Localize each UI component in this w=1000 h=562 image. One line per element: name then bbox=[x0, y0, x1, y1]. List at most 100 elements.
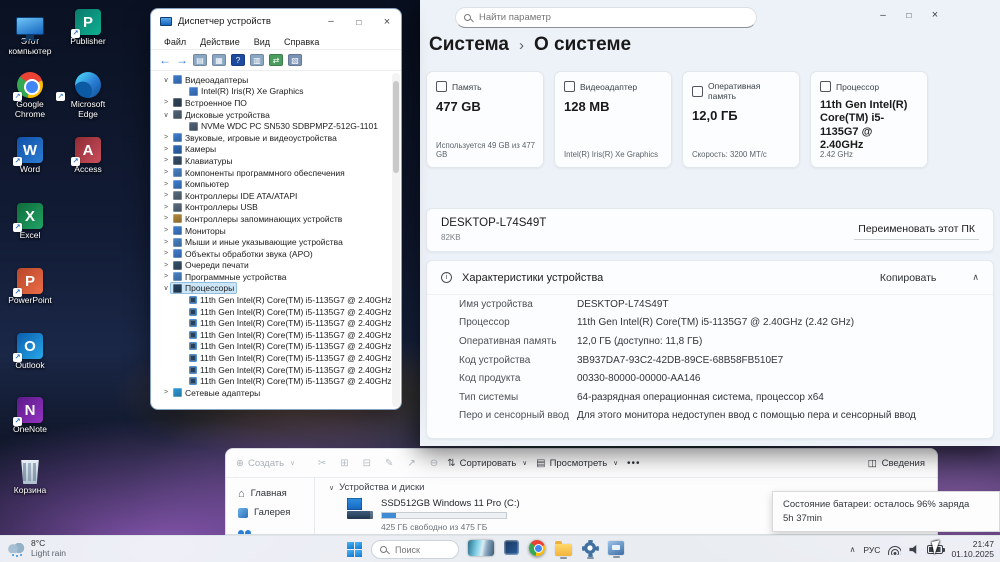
tree-item[interactable]: > Компоненты программного обеспечения bbox=[153, 167, 391, 179]
tree-item[interactable]: > Компьютер bbox=[153, 178, 391, 190]
chevron-right-icon[interactable]: > bbox=[161, 169, 171, 176]
desktop-icon-recycle-bin[interactable]: Корзина bbox=[2, 452, 58, 496]
properties-icon[interactable]: ▦ bbox=[212, 54, 226, 66]
tree-item[interactable]: > Сетевые адаптеры bbox=[153, 387, 391, 399]
view-button[interactable]: ▤ Просмотреть bbox=[536, 458, 618, 469]
sort-button[interactable]: ⇅ Сортировать bbox=[447, 458, 527, 469]
chevron-down-icon[interactable]: ∨ bbox=[161, 76, 171, 84]
back-icon[interactable]: ← bbox=[159, 54, 171, 66]
chevron-right-icon[interactable]: > bbox=[161, 262, 171, 269]
chevron-right-icon[interactable]: > bbox=[161, 215, 171, 222]
details-button[interactable]: ◫ Сведения bbox=[868, 458, 925, 469]
tray-chevron-up-icon[interactable]: ∧ bbox=[850, 545, 856, 554]
tree-item[interactable]: 11th Gen Intel(R) Core(TM) i5-1135G7 @ 2… bbox=[153, 294, 391, 306]
taskbar-search-input[interactable] bbox=[393, 543, 450, 556]
tree-item[interactable]: > Мониторы bbox=[153, 225, 391, 237]
desktop-icon-onenote[interactable]: N ↗ OneNote bbox=[2, 391, 58, 435]
tree-item[interactable]: 11th Gen Intel(R) Core(TM) i5-1135G7 @ 2… bbox=[153, 352, 391, 364]
chevron-down-icon[interactable]: ∨ bbox=[161, 284, 171, 292]
settings-gear-icon[interactable] bbox=[584, 542, 596, 554]
tree-item[interactable]: 11th Gen Intel(R) Core(TM) i5-1135G7 @ 2… bbox=[153, 317, 391, 329]
rename-pc-button[interactable]: Переименовать этот ПК bbox=[854, 220, 979, 240]
taskbar-app[interactable] bbox=[529, 539, 545, 560]
tree-item[interactable]: 11th Gen Intel(R) Core(TM) i5-1135G7 @ 2… bbox=[153, 329, 391, 341]
chevron-right-icon[interactable]: > bbox=[161, 227, 171, 234]
chevron-up-icon[interactable]: ∧ bbox=[972, 272, 979, 283]
tree-item[interactable]: > Контроллеры USB bbox=[153, 202, 391, 214]
share-icon[interactable]: ↗ bbox=[407, 458, 415, 469]
rename-icon[interactable]: ✎ bbox=[385, 458, 393, 469]
tree-item[interactable]: > Объекты обработки звука (APO) bbox=[153, 248, 391, 260]
desktop-icon-edge[interactable]: ↗ Microsoft Edge bbox=[56, 66, 116, 120]
desktop-icon-chrome[interactable]: ↗ Google Chrome bbox=[2, 66, 58, 120]
chevron-right-icon[interactable]: > bbox=[161, 204, 171, 211]
cut-icon[interactable]: ✂ bbox=[318, 458, 326, 469]
taskbar-app[interactable] bbox=[504, 540, 519, 559]
taskview-thumbnail-icon[interactable] bbox=[468, 539, 494, 556]
chevron-right-icon[interactable]: > bbox=[161, 239, 171, 246]
minimize-icon[interactable] bbox=[870, 5, 896, 25]
tree-item[interactable]: > Контроллеры IDE ATA/ATAPI bbox=[153, 190, 391, 202]
tree-item[interactable]: 11th Gen Intel(R) Core(TM) i5-1135G7 @ 2… bbox=[153, 341, 391, 353]
maximize-icon[interactable] bbox=[345, 11, 373, 32]
tree-item[interactable]: ∨ Дисковые устройства bbox=[153, 109, 391, 121]
desktop-icon-outlook[interactable]: O ↗ Outlook bbox=[2, 327, 58, 371]
copy-button[interactable]: Копировать bbox=[880, 272, 937, 284]
tree-item[interactable]: > Встроенное ПО bbox=[153, 97, 391, 109]
tree-item[interactable]: > Программные устройства bbox=[153, 271, 391, 283]
minimize-icon[interactable] bbox=[317, 11, 345, 32]
device-list-icon[interactable]: ▥ bbox=[250, 54, 264, 66]
weather-widget[interactable]: 8°C Light rain bbox=[8, 538, 66, 558]
tree-item[interactable]: > Контроллеры запоминающих устройств bbox=[153, 213, 391, 225]
language-indicator[interactable]: РУС bbox=[863, 545, 880, 555]
close-icon[interactable] bbox=[922, 5, 948, 25]
chevron-down-icon[interactable]: ∨ bbox=[161, 111, 171, 119]
tree-item[interactable]: > Мыши и иные указывающие устройства bbox=[153, 236, 391, 248]
start-button[interactable] bbox=[347, 542, 362, 557]
sidebar-item-partial[interactable] bbox=[238, 522, 314, 534]
tree-item[interactable]: NVMe WDC PC SN530 SDBPMPZ-512G-1101 bbox=[153, 120, 391, 132]
desktop-icon-access[interactable]: A ↗ Access bbox=[60, 131, 116, 175]
copy-icon[interactable]: ⊞ bbox=[340, 458, 348, 469]
search-input[interactable] bbox=[477, 11, 748, 24]
delete-icon[interactable]: ⊖ bbox=[430, 458, 438, 469]
tree-item[interactable]: ∨ Видеоадаптеры bbox=[153, 74, 391, 86]
more-button[interactable]: ••• bbox=[627, 458, 641, 469]
chevron-right-icon[interactable]: > bbox=[161, 273, 171, 280]
settings-search[interactable] bbox=[455, 7, 757, 28]
menu-item-вид[interactable]: Вид bbox=[248, 36, 276, 48]
sidebar-item-галерея[interactable]: Галерея bbox=[238, 503, 314, 522]
desktop-icon-excel[interactable]: X ↗ Excel bbox=[2, 197, 58, 241]
chevron-right-icon[interactable]: > bbox=[161, 99, 171, 106]
tree-item[interactable]: 11th Gen Intel(R) Core(TM) i5-1135G7 @ 2… bbox=[153, 306, 391, 318]
desktop-icon-publisher[interactable]: P ↗ Publisher bbox=[60, 3, 116, 47]
desktop-icon-powerpoint[interactable]: P ↗ PowerPoint bbox=[2, 262, 58, 306]
menu-item-справка[interactable]: Справка bbox=[278, 36, 325, 48]
desktop-icon-word[interactable]: W ↗ Word bbox=[2, 131, 58, 175]
breadcrumb-parent[interactable]: Система bbox=[429, 34, 509, 56]
device-manager-icon[interactable] bbox=[608, 541, 624, 555]
wifi-icon[interactable] bbox=[888, 545, 902, 555]
sidebar-item-главная[interactable]: ⌂ Главная bbox=[238, 484, 314, 503]
tree-item[interactable]: > Очереди печати bbox=[153, 260, 391, 272]
tree-item[interactable]: > Камеры bbox=[153, 144, 391, 156]
tree-item[interactable]: ∨ Процессоры bbox=[153, 282, 391, 295]
explorer-folder-icon[interactable] bbox=[555, 540, 572, 556]
menu-item-действие[interactable]: Действие bbox=[194, 36, 246, 48]
desktop-icon-this-pc[interactable]: Этот компьютер bbox=[2, 3, 58, 57]
tree-item[interactable]: > Звуковые, игровые и видеоустройства bbox=[153, 132, 391, 144]
chevron-right-icon[interactable]: > bbox=[161, 157, 171, 164]
scrollbar-thumb[interactable] bbox=[393, 81, 399, 173]
volume-icon[interactable] bbox=[909, 545, 917, 554]
paste-icon[interactable]: ⊟ bbox=[363, 458, 371, 469]
close-icon[interactable] bbox=[373, 11, 401, 32]
console-icon[interactable]: ▤ bbox=[193, 54, 207, 66]
tree-item[interactable]: Intel(R) Iris(R) Xe Graphics bbox=[153, 86, 391, 98]
chevron-right-icon[interactable]: > bbox=[161, 250, 171, 257]
tree-item[interactable]: 11th Gen Intel(R) Core(TM) i5-1135G7 @ 2… bbox=[153, 375, 391, 387]
scrollbar[interactable] bbox=[392, 73, 400, 407]
clock[interactable]: 21:47 01.10.2025 bbox=[951, 539, 994, 559]
chevron-right-icon[interactable]: > bbox=[161, 181, 171, 188]
taskbar-app[interactable] bbox=[608, 541, 624, 558]
chevron-right-icon[interactable]: > bbox=[161, 134, 171, 141]
